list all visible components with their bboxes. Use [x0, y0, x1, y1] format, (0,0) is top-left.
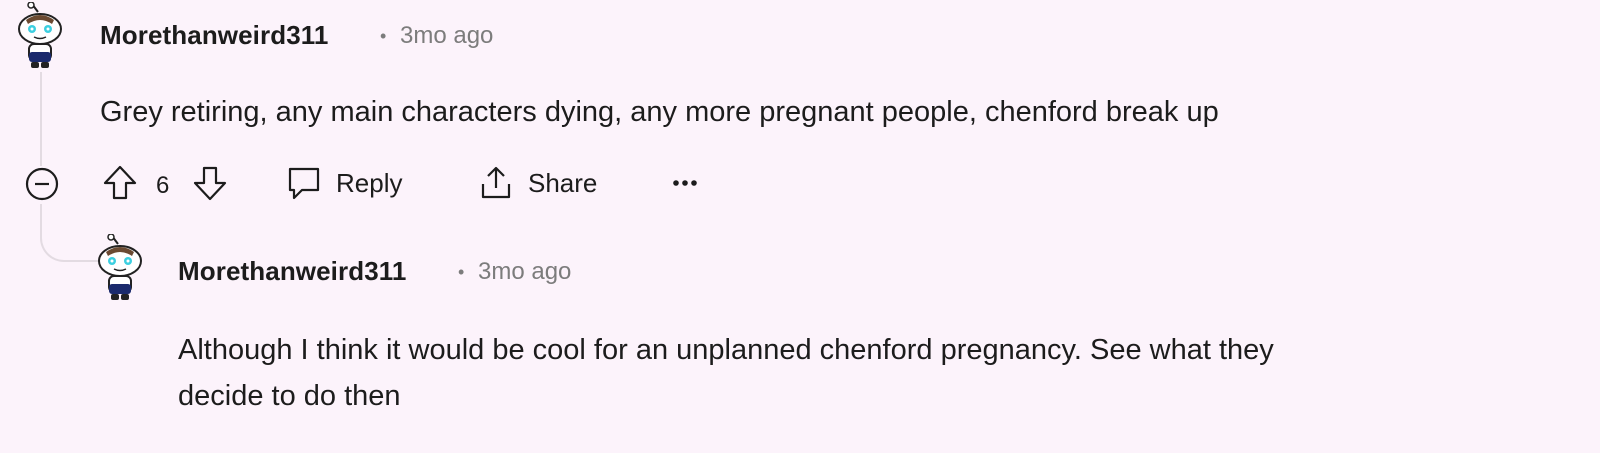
separator-dot: • [380, 26, 387, 46]
share-upload-icon [478, 164, 514, 202]
comment-body: Grey retiring, any main characters dying… [100, 96, 1219, 128]
upvote-button[interactable] [102, 164, 138, 202]
share-label: Share [528, 167, 598, 198]
separator-dot: • [458, 262, 465, 282]
upvote-arrow-icon [102, 164, 138, 202]
snoo-avatar-icon [18, 2, 62, 68]
reply-button[interactable]: Reply [286, 164, 402, 202]
collapse-button[interactable] [24, 166, 60, 202]
ellipsis-icon [670, 168, 700, 198]
comment-author[interactable]: Morethanweird311 [178, 256, 406, 287]
comment-author[interactable]: Morethanweird311 [100, 20, 328, 51]
speech-bubble-icon [286, 164, 322, 202]
downvote-arrow-icon [192, 164, 228, 202]
avatar[interactable] [12, 2, 68, 74]
share-button[interactable]: Share [478, 164, 597, 202]
snoo-avatar-icon [98, 234, 142, 300]
avatar[interactable] [92, 234, 148, 306]
thread-connector-line [40, 72, 42, 166]
more-options-button[interactable] [670, 168, 700, 198]
comment-body-line: decide to do then [178, 380, 401, 412]
thread-reply-connector [40, 204, 98, 262]
comment-timestamp[interactable]: 3mo ago [400, 22, 493, 50]
comment-timestamp[interactable]: 3mo ago [478, 258, 571, 286]
reply-label: Reply [336, 167, 403, 198]
downvote-button[interactable] [192, 164, 228, 202]
collapse-minus-icon [24, 166, 60, 202]
comment-thread: Morethanweird311 • 3mo ago Grey retiring… [0, 0, 1600, 453]
comment-body-line: Although I think it would be cool for an… [178, 334, 1274, 366]
vote-score: 6 [156, 172, 170, 199]
